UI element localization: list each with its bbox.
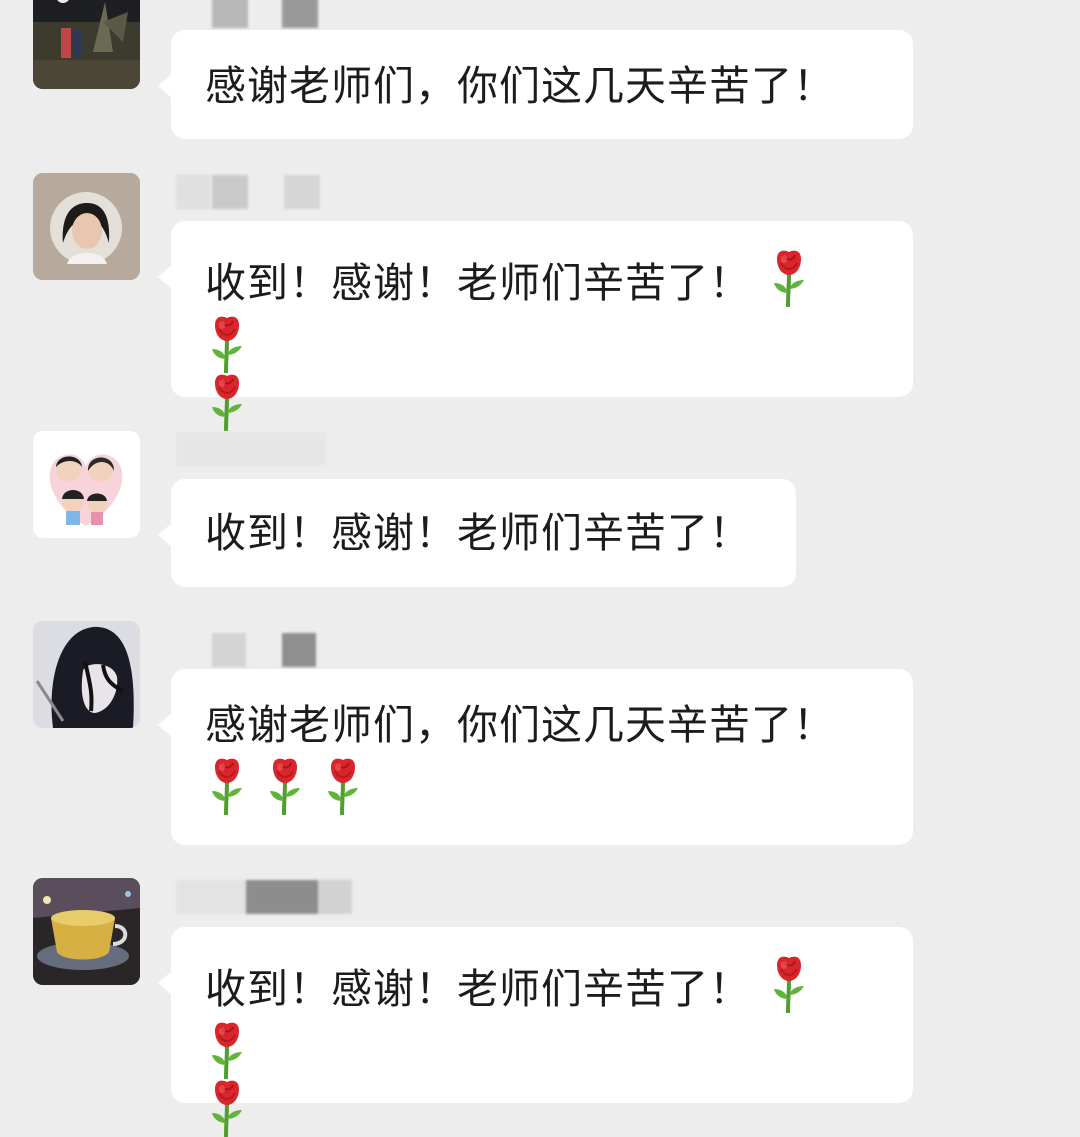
message-text: 收到！感谢！老师们辛苦了！ — [205, 259, 751, 307]
sender-name-redacted — [176, 432, 336, 468]
rose-emoji-icon — [205, 373, 249, 431]
rose-emoji-icon — [205, 757, 249, 815]
message-text: 收到！感谢！老师们辛苦了！ — [205, 965, 751, 1013]
sender-name-redacted — [176, 175, 346, 215]
rose-emoji-icon — [205, 1079, 249, 1137]
message-bubble[interactable]: 收到！感谢！老师们辛苦了！ — [158, 221, 913, 397]
sender-name-redacted — [212, 0, 322, 28]
tea-cup-avatar — [33, 878, 140, 985]
message-text: 收到！感谢！老师们辛苦了！ — [205, 509, 751, 557]
anime-character-avatar — [33, 621, 140, 728]
sender-avatar[interactable] — [33, 431, 140, 538]
rose-emoji-icon — [205, 1021, 249, 1079]
message-bubble[interactable]: 感谢老师们，你们这几天辛苦了！ — [158, 30, 913, 139]
rose-emoji-icon — [767, 955, 811, 1013]
sender-name-redacted — [212, 633, 322, 667]
message-bubble[interactable]: 收到！感谢！老师们辛苦了！ — [158, 479, 796, 587]
sender-avatar[interactable] — [33, 621, 140, 728]
message-text: 感谢老师们，你们这几天辛苦了！ — [205, 62, 835, 110]
sender-avatar[interactable] — [33, 173, 140, 280]
rose-emoji-icon — [321, 757, 365, 815]
message-text: 感谢老师们，你们这几天辛苦了！ — [205, 701, 835, 749]
rose-emoji-icon — [263, 757, 307, 815]
night-photo-avatar — [33, 0, 140, 89]
rose-emoji-icon — [767, 249, 811, 307]
rose-emoji-icon — [205, 315, 249, 373]
message-bubble[interactable]: 感谢老师们，你们这几天辛苦了！ — [158, 669, 913, 845]
message-bubble[interactable]: 收到！感谢！老师们辛苦了！ — [158, 927, 913, 1103]
sender-avatar[interactable] — [33, 878, 140, 985]
sender-avatar[interactable] — [33, 0, 140, 89]
cartoon-family-avatar — [33, 431, 140, 538]
woman-portrait-avatar — [33, 173, 140, 280]
sender-name-redacted — [176, 880, 356, 916]
